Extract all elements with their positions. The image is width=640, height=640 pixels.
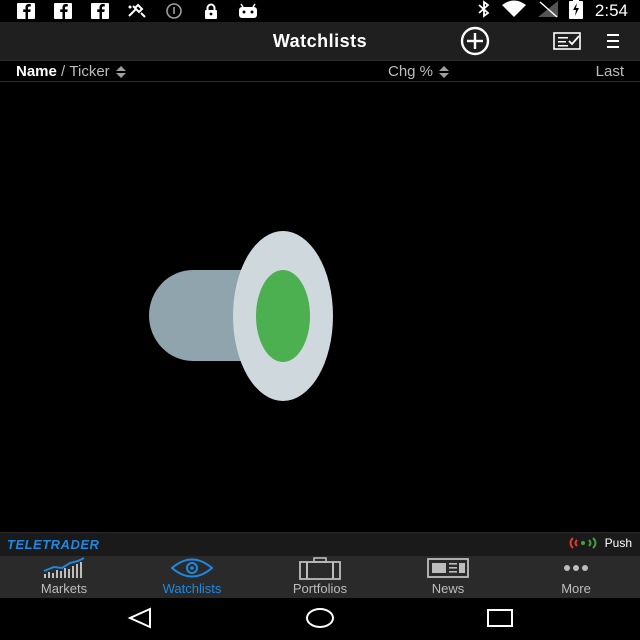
bluetooth-icon xyxy=(477,0,491,23)
recents-button[interactable] xyxy=(486,607,514,634)
menu-icon xyxy=(607,34,619,48)
hat-icon xyxy=(149,231,333,401)
tab-label-portfolios: Portfolios xyxy=(292,581,348,596)
back-button[interactable] xyxy=(127,607,153,634)
status-bar: 2:54 xyxy=(0,0,640,22)
clock-time: 2:54 xyxy=(594,1,628,20)
name-column-label: Name xyxy=(16,63,57,80)
tab-label-watchlists: Watchlists xyxy=(162,581,222,596)
signal-icon xyxy=(537,0,559,23)
chg-column-label: Chg % xyxy=(388,63,434,80)
eye-icon xyxy=(170,558,214,578)
info-icon xyxy=(162,3,186,19)
edit-watchlist-button[interactable] xyxy=(552,28,584,54)
notification-icons xyxy=(0,3,273,19)
chg-sort-header[interactable]: Chg % xyxy=(388,63,450,80)
brand-bar: TELETRADER Push xyxy=(0,532,640,556)
satellite-icon xyxy=(125,3,149,19)
add-watchlist-button[interactable] xyxy=(455,25,495,57)
push-signal-icon xyxy=(569,537,597,549)
edit-list-icon xyxy=(553,32,581,50)
newspaper-icon xyxy=(427,558,469,578)
overflow-menu-button[interactable] xyxy=(600,28,626,54)
tab-markets[interactable]: Markets xyxy=(0,556,128,598)
page-title: Watchlists xyxy=(272,31,368,51)
name-ticker-sort-header[interactable]: Name / Ticker xyxy=(16,63,127,80)
system-nav-bar xyxy=(0,598,640,640)
ticker-column-label: Ticker xyxy=(69,63,110,80)
add-circle-icon xyxy=(460,26,490,56)
tab-more[interactable]: More xyxy=(512,556,640,598)
back-icon xyxy=(127,607,151,629)
system-icons: 2:54 xyxy=(477,0,640,24)
home-icon xyxy=(306,608,334,628)
sort-icon xyxy=(439,65,450,78)
bottom-tab-bar: Markets Watchlists Portfolios News More xyxy=(0,556,640,598)
push-label: Push xyxy=(604,536,632,550)
push-indicator[interactable]: Push xyxy=(567,536,632,550)
column-separator: / xyxy=(61,63,66,80)
chart-icon xyxy=(43,557,85,578)
tab-label-news: News xyxy=(431,581,465,596)
tab-watchlists[interactable]: Watchlists xyxy=(128,556,256,598)
battery-charging-icon xyxy=(568,0,583,24)
watchlist-empty-area xyxy=(0,82,640,531)
tab-portfolios[interactable]: Portfolios xyxy=(256,556,384,598)
tab-news[interactable]: News xyxy=(384,556,512,598)
briefcase-icon xyxy=(299,557,341,580)
facebook-icon xyxy=(14,3,38,19)
lock-icon xyxy=(199,3,223,19)
recents-icon xyxy=(487,609,513,627)
sort-icon xyxy=(115,65,126,78)
facebook-icon xyxy=(88,3,112,19)
more-dots-icon xyxy=(564,565,588,571)
home-button[interactable] xyxy=(305,607,335,634)
tab-label-markets: Markets xyxy=(40,581,88,596)
wifi-icon xyxy=(501,0,527,23)
android-icon xyxy=(236,3,260,19)
last-column-label: Last xyxy=(595,63,624,80)
tab-label-more: More xyxy=(561,581,591,596)
column-header: Name / Ticker Chg % Last xyxy=(0,60,640,82)
facebook-icon xyxy=(51,3,75,19)
app-bar: Watchlists xyxy=(0,22,640,60)
teletrader-logo: TELETRADER xyxy=(7,537,100,552)
